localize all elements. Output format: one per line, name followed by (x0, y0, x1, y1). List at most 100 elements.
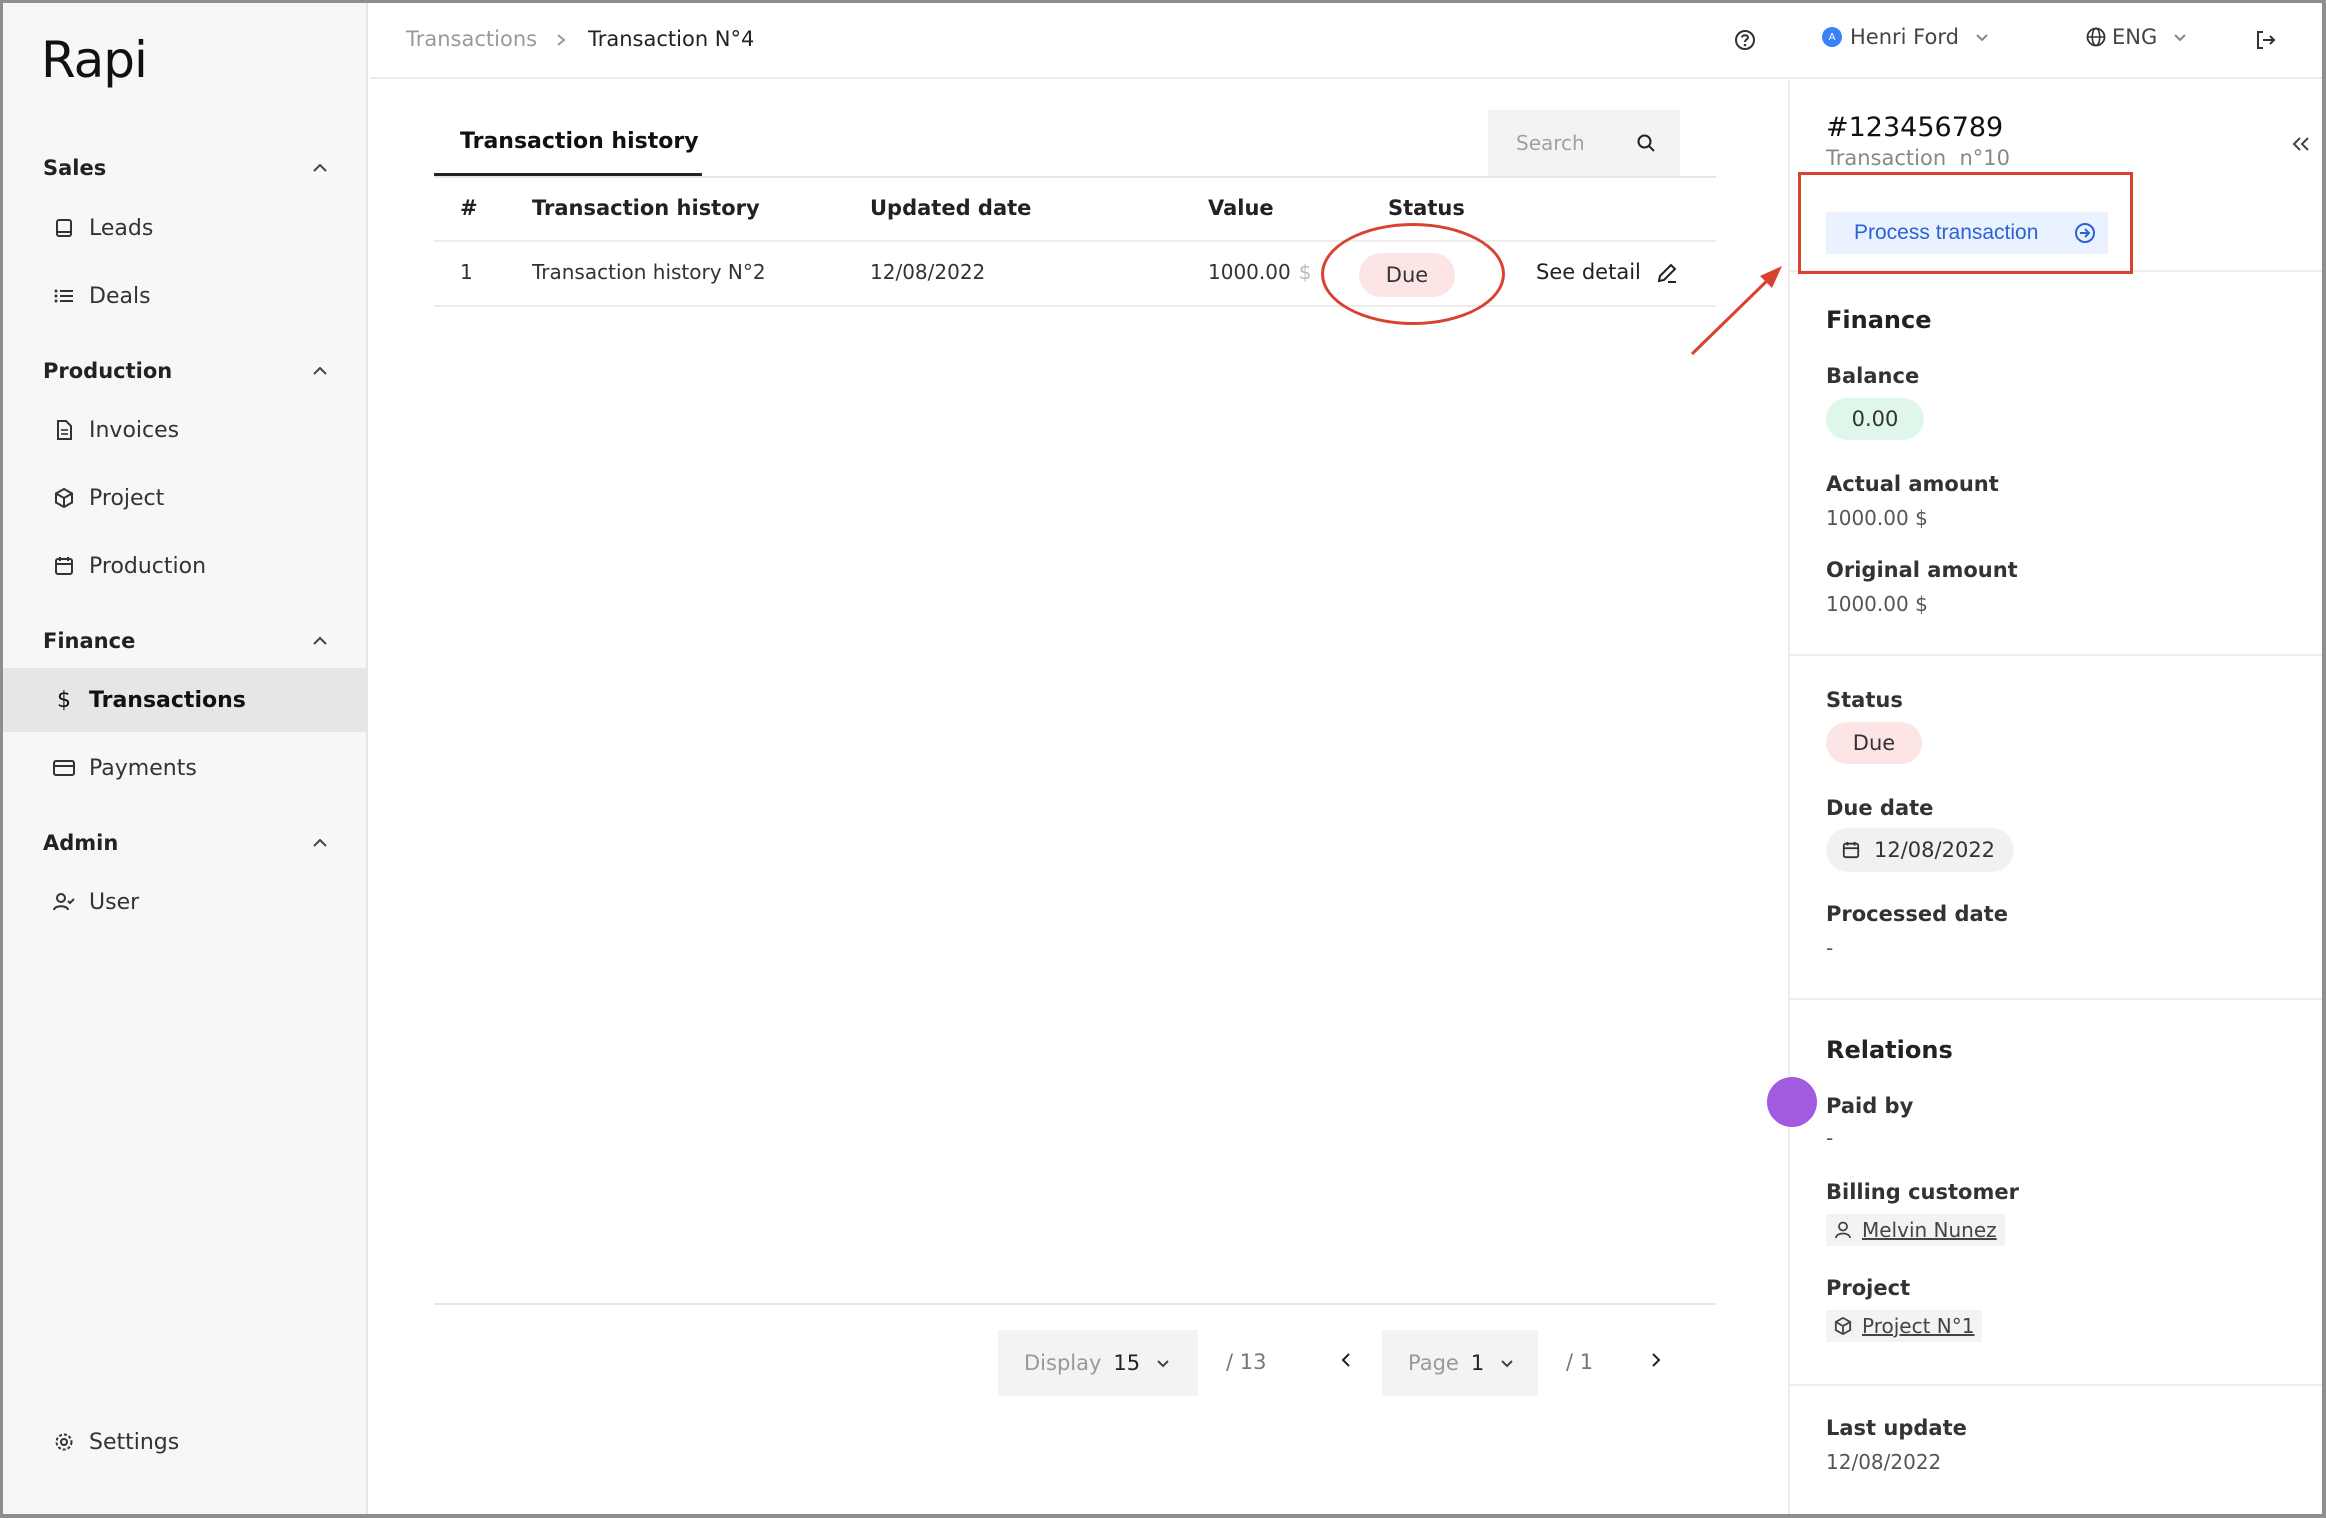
page-label: Page (1408, 1351, 1459, 1375)
avatar: A (1822, 27, 1842, 47)
due-date-value: 12/08/2022 (1874, 838, 1996, 862)
help-icon[interactable] (1734, 29, 1756, 51)
calendar-icon (1842, 841, 1860, 859)
status-badge: Due (1826, 722, 1922, 764)
sidebar-item-transactions[interactable]: $ Transactions (3, 668, 368, 732)
billing-customer-name: Melvin Nunez (1862, 1218, 1997, 1242)
footer-divider (434, 1303, 1716, 1305)
list-icon (53, 285, 75, 307)
due-date-label: Due date (1826, 796, 1934, 820)
sidebar-item-label: Leads (89, 215, 154, 241)
prev-page-icon[interactable] (1340, 1352, 1352, 1368)
sidebar-section-admin[interactable]: Admin (3, 818, 368, 868)
sidebar-item-label: User (89, 889, 140, 915)
sidebar-section-sales[interactable]: Sales (3, 143, 368, 193)
document-icon (53, 419, 75, 441)
sidebar-item-payments[interactable]: Payments (3, 736, 368, 800)
chevron-up-icon (312, 838, 328, 848)
total-pages: / 1 (1566, 1350, 1594, 1374)
tab-transaction-history[interactable]: Transaction history (434, 110, 702, 176)
annotation-arrow (1690, 266, 1782, 356)
chevron-up-icon (312, 636, 328, 646)
display-count-select[interactable]: Display 15 (998, 1330, 1198, 1396)
actual-amount-label: Actual amount (1826, 472, 1999, 496)
sidebar: Rapi Sales Leads Deals Production Invoic… (3, 3, 368, 1514)
globe-icon (2086, 27, 2106, 47)
last-update-label: Last update (1826, 1416, 1967, 1440)
search-box[interactable]: Search (1488, 110, 1680, 176)
balance-badge: 0.00 (1826, 398, 1924, 440)
column-header-status[interactable]: Status (1388, 196, 1465, 220)
sidebar-section-production[interactable]: Production (3, 346, 368, 396)
chevron-up-icon (312, 366, 328, 376)
original-amount-value: 1000.00 $ (1826, 592, 1928, 616)
cube-icon (1834, 1317, 1852, 1335)
language-selector[interactable]: ENG (2086, 25, 2187, 49)
sidebar-item-deals[interactable]: Deals (3, 264, 368, 328)
annotation-ellipse (1321, 223, 1505, 325)
header-divider (434, 240, 1716, 242)
last-update-value: 12/08/2022 (1826, 1450, 1942, 1474)
chevron-right-icon (556, 33, 566, 47)
edit-icon[interactable] (1656, 262, 1678, 284)
search-icon[interactable] (1636, 133, 1656, 153)
chevron-down-icon (2173, 33, 2187, 42)
relations-heading: Relations (1826, 1036, 1953, 1064)
project-link[interactable]: Project N°1 (1826, 1310, 1983, 1342)
next-page-icon[interactable] (1650, 1352, 1662, 1368)
transaction-subtitle: Transaction n°10 (1826, 146, 2011, 170)
sidebar-item-user[interactable]: User (3, 870, 368, 934)
sidebar-item-production[interactable]: Production (3, 534, 368, 598)
user-menu[interactable]: A Henri Ford (1822, 25, 1989, 49)
sidebar-item-settings[interactable]: Settings (3, 1410, 368, 1474)
sidebar-section-title: Sales (43, 156, 107, 180)
chevron-down-icon (1975, 33, 1989, 42)
billing-customer-link[interactable]: Melvin Nunez (1826, 1214, 2005, 1246)
row-date: 12/08/2022 (870, 260, 986, 284)
column-header-date[interactable]: Updated date (870, 196, 1031, 220)
see-detail-link[interactable]: See detail (1536, 260, 1641, 284)
display-label: Display (1024, 1351, 1102, 1375)
logout-icon[interactable] (2254, 29, 2276, 51)
finance-heading: Finance (1826, 306, 1932, 334)
balance-label: Balance (1826, 364, 1920, 388)
sidebar-item-label: Transactions (89, 687, 246, 713)
chevron-down-icon (1156, 1359, 1170, 1368)
collapse-panel-icon[interactable] (2292, 136, 2310, 152)
top-bar: Transactions Transaction N°4 A Henri For… (370, 3, 2322, 79)
user-name: Henri Ford (1850, 25, 1959, 49)
status-label: Status (1826, 688, 1903, 712)
column-header-value[interactable]: Value (1208, 196, 1274, 220)
processed-date-value: - (1826, 936, 1834, 960)
project-name: Project N°1 (1862, 1314, 1975, 1338)
tab-divider (434, 176, 1716, 178)
calendar-icon (53, 555, 75, 577)
total-items: / 13 (1226, 1350, 1267, 1374)
sidebar-item-project[interactable]: Project (3, 466, 368, 530)
breadcrumb-current: Transaction N°4 (588, 27, 755, 51)
paid-by-label: Paid by (1826, 1094, 1914, 1118)
chevron-down-icon (1500, 1359, 1514, 1368)
row-value-amount: 1000.00 (1208, 260, 1291, 284)
sidebar-item-invoices[interactable]: Invoices (3, 398, 368, 462)
sidebar-section-title: Production (43, 359, 173, 383)
page-value: 1 (1470, 1351, 1485, 1375)
page-select[interactable]: Page 1 (1382, 1330, 1538, 1396)
credit-card-icon (53, 757, 75, 779)
project-label: Project (1826, 1276, 1911, 1300)
gear-icon (53, 1431, 75, 1453)
paid-by-value: - (1826, 1126, 1834, 1150)
chevron-up-icon (312, 163, 328, 173)
search-input[interactable]: Search (1516, 131, 1585, 155)
sidebar-item-label: Project (89, 485, 165, 511)
transaction-id: #123456789 (1826, 112, 2004, 143)
due-date-chip[interactable]: 12/08/2022 (1826, 828, 2014, 872)
app-logo[interactable]: Rapi (41, 31, 148, 89)
annotation-highlight-box (1798, 172, 2133, 274)
panel-divider (1790, 998, 2322, 1000)
breadcrumb-root[interactable]: Transactions (406, 27, 537, 51)
sidebar-item-label: Invoices (89, 417, 180, 443)
column-header-history[interactable]: Transaction history (532, 196, 760, 220)
sidebar-section-finance[interactable]: Finance (3, 616, 368, 666)
sidebar-item-leads[interactable]: Leads (3, 196, 368, 260)
